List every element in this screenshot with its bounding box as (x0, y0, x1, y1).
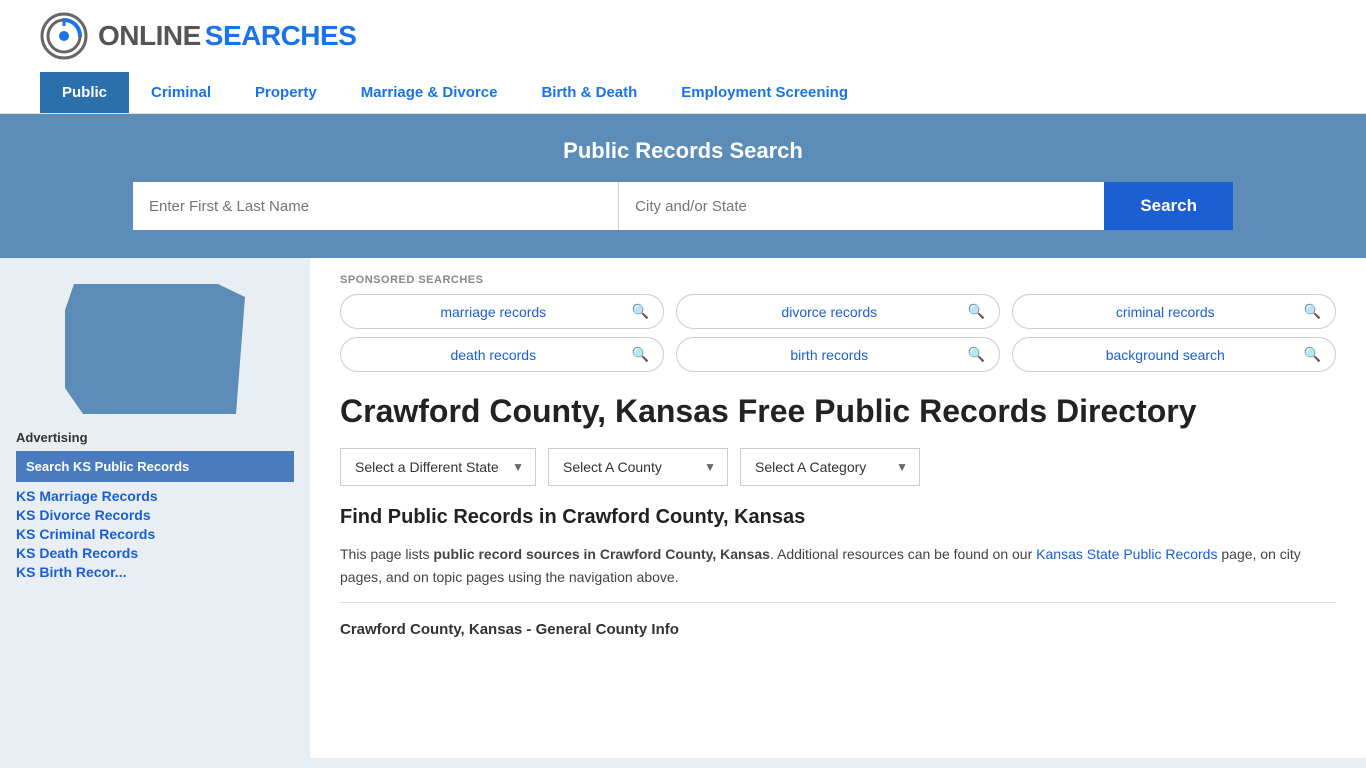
category-dropdown[interactable]: Select A Category (740, 448, 920, 486)
content-area: SPONSORED SEARCHES marriage records 🔍 di… (310, 258, 1366, 758)
header: ONLINE SEARCHES Public Criminal Property… (0, 0, 1366, 114)
logo-area: ONLINE SEARCHES (40, 12, 1326, 60)
description-part1: This page lists (340, 546, 433, 562)
logo-online-text: ONLINE (98, 20, 201, 52)
nav-item-criminal[interactable]: Criminal (129, 72, 233, 113)
nav-item-public[interactable]: Public (40, 72, 129, 113)
county-dropdown-wrapper: Select A County ▼ (548, 448, 728, 486)
pill-death-records[interactable]: death records 🔍 (340, 337, 664, 372)
nav-item-property[interactable]: Property (233, 72, 339, 113)
search-bar: Search (133, 182, 1233, 230)
state-dropdown[interactable]: Select a Different State (340, 448, 536, 486)
pill-search-icon-1: 🔍 (968, 303, 985, 320)
pill-search-icon-2: 🔍 (1304, 303, 1321, 320)
pill-search-icon-3: 🔍 (632, 346, 649, 363)
pill-background-text: background search (1027, 347, 1304, 363)
sidebar: Advertising Search KS Public Records KS … (0, 258, 310, 758)
advertising-label: Advertising (16, 430, 294, 445)
main-container: Advertising Search KS Public Records KS … (0, 258, 1366, 758)
dropdowns-row: Select a Different State ▼ Select A Coun… (340, 448, 1336, 486)
sidebar-link-criminal[interactable]: KS Criminal Records (16, 526, 294, 542)
nav-item-employment[interactable]: Employment Screening (659, 72, 870, 113)
search-button[interactable]: Search (1104, 182, 1233, 230)
pill-death-text: death records (355, 347, 632, 363)
pill-search-icon-4: 🔍 (968, 346, 985, 363)
general-info-heading: Crawford County, Kansas - General County… (340, 613, 1336, 646)
hero-title: Public Records Search (40, 138, 1326, 164)
pill-marriage-text: marriage records (355, 304, 632, 320)
pill-search-icon-0: 🔍 (632, 303, 649, 320)
sponsored-label: SPONSORED SEARCHES (340, 274, 1336, 286)
pill-birth-records[interactable]: birth records 🔍 (676, 337, 1000, 372)
county-dropdown[interactable]: Select A County (548, 448, 728, 486)
find-public-records-heading: Find Public Records in Crawford County, … (340, 506, 1336, 529)
state-map-image (65, 284, 245, 414)
sidebar-ad-box[interactable]: Search KS Public Records (16, 451, 294, 482)
sidebar-link-death[interactable]: KS Death Records (16, 545, 294, 561)
logo-searches-text: SEARCHES (205, 20, 357, 52)
pill-criminal-records[interactable]: criminal records 🔍 (1012, 294, 1336, 329)
description-part2: . Additional resources can be found on o… (770, 546, 1036, 562)
sidebar-link-marriage[interactable]: KS Marriage Records (16, 488, 294, 504)
sidebar-link-birth[interactable]: KS Birth Recor... (16, 564, 294, 580)
pill-divorce-text: divorce records (691, 304, 968, 320)
description-bold: public record sources in Crawford County… (433, 546, 770, 562)
pill-divorce-records[interactable]: divorce records 🔍 (676, 294, 1000, 329)
section-divider (340, 602, 1336, 603)
pill-birth-text: birth records (691, 347, 968, 363)
page-heading: Crawford County, Kansas Free Public Reco… (340, 392, 1336, 430)
sidebar-link-divorce[interactable]: KS Divorce Records (16, 507, 294, 523)
hero-banner: Public Records Search Search (0, 114, 1366, 258)
pill-marriage-records[interactable]: marriage records 🔍 (340, 294, 664, 329)
nav-item-marriage-divorce[interactable]: Marriage & Divorce (339, 72, 520, 113)
location-input[interactable] (619, 182, 1104, 230)
logo-icon (40, 12, 88, 60)
pill-background-search[interactable]: background search 🔍 (1012, 337, 1336, 372)
nav-item-birth-death[interactable]: Birth & Death (519, 72, 659, 113)
description-text: This page lists public record sources in… (340, 543, 1336, 588)
sidebar-links: KS Marriage Records KS Divorce Records K… (16, 488, 294, 580)
kansas-records-link[interactable]: Kansas State Public Records (1036, 546, 1217, 562)
logo-text: ONLINE SEARCHES (98, 20, 356, 52)
main-nav: Public Criminal Property Marriage & Divo… (40, 72, 1326, 113)
category-dropdown-wrapper: Select A Category ▼ (740, 448, 920, 486)
pill-search-icon-5: 🔍 (1304, 346, 1321, 363)
name-input[interactable] (133, 182, 619, 230)
sponsored-grid: marriage records 🔍 divorce records 🔍 cri… (340, 294, 1336, 372)
pill-criminal-text: criminal records (1027, 304, 1304, 320)
state-dropdown-wrapper: Select a Different State ▼ (340, 448, 536, 486)
